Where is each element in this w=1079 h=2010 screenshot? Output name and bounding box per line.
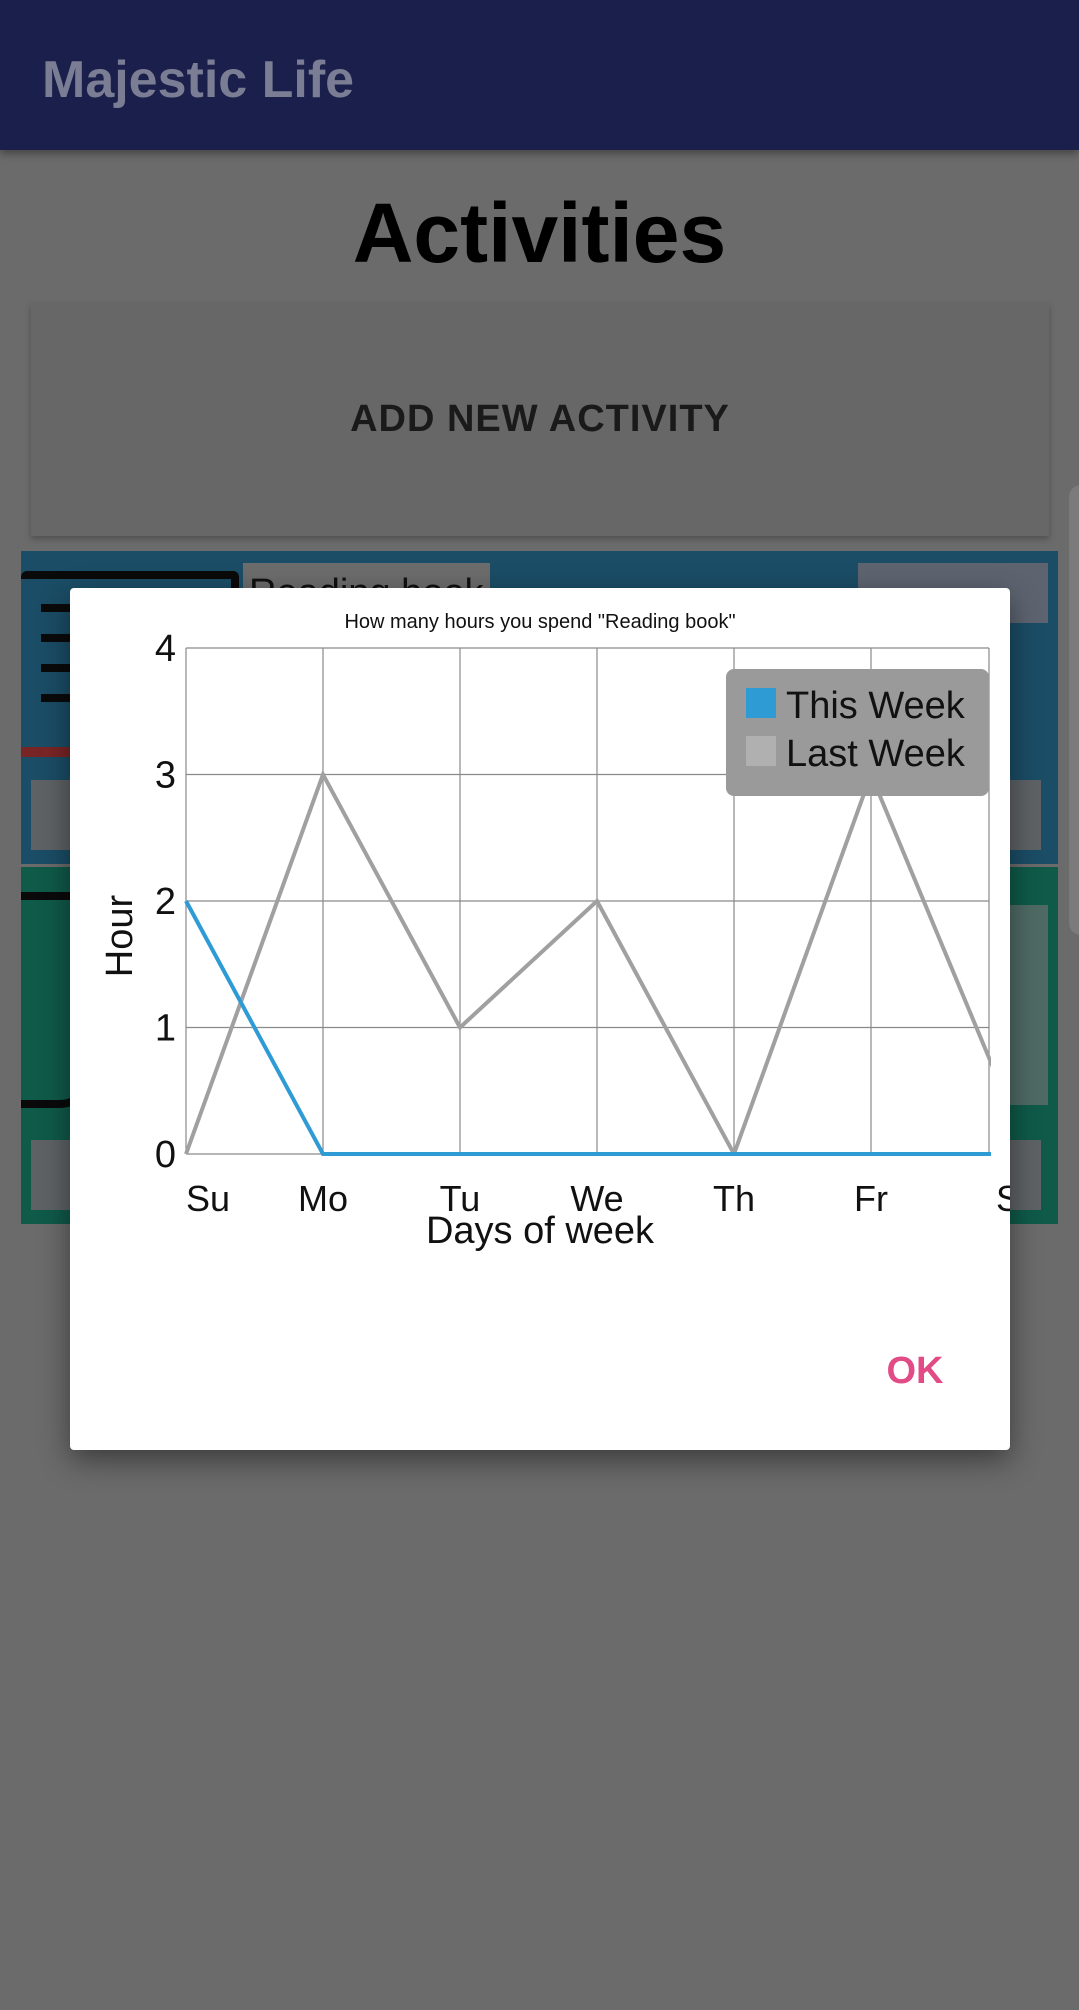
app-title: Majestic Life <box>42 51 355 109</box>
x-tick-label: We <box>570 1178 623 1219</box>
y-tick-label: 2 <box>155 881 176 923</box>
x-tick-label: Su <box>186 1178 230 1219</box>
y-tick-label: 1 <box>155 1008 176 1050</box>
edge-panel-handle[interactable] <box>1069 485 1079 935</box>
ok-button[interactable]: OK <box>860 1343 970 1399</box>
y-tick-label: 0 <box>155 1134 176 1176</box>
add-new-activity-button[interactable]: ADD NEW ACTIVITY <box>31 303 1049 536</box>
x-tick-label: S <box>996 1178 1010 1219</box>
app-bar: Majestic Life <box>0 0 1079 150</box>
legend-label: Last Week <box>786 733 966 775</box>
legend-swatch <box>746 688 776 718</box>
chart-dialog: How many hours you spend "Reading book" … <box>70 588 1010 1450</box>
hours-line-chart: How many hours you spend "Reading book" … <box>99 611 1010 1252</box>
x-tick-label: Mo <box>298 1178 348 1219</box>
chart-title: How many hours you spend "Reading book" <box>344 611 735 633</box>
y-tick-label: 3 <box>155 755 176 797</box>
legend-label: This Week <box>786 685 966 727</box>
x-tick-label: Fr <box>854 1178 888 1219</box>
legend-swatch <box>746 736 776 766</box>
y-axis-label: Hour <box>99 894 141 977</box>
y-tick-label: 4 <box>155 628 176 670</box>
x-tick-label: Th <box>713 1178 755 1219</box>
page-title: Activities <box>352 186 727 280</box>
x-tick-label: Tu <box>440 1178 481 1219</box>
